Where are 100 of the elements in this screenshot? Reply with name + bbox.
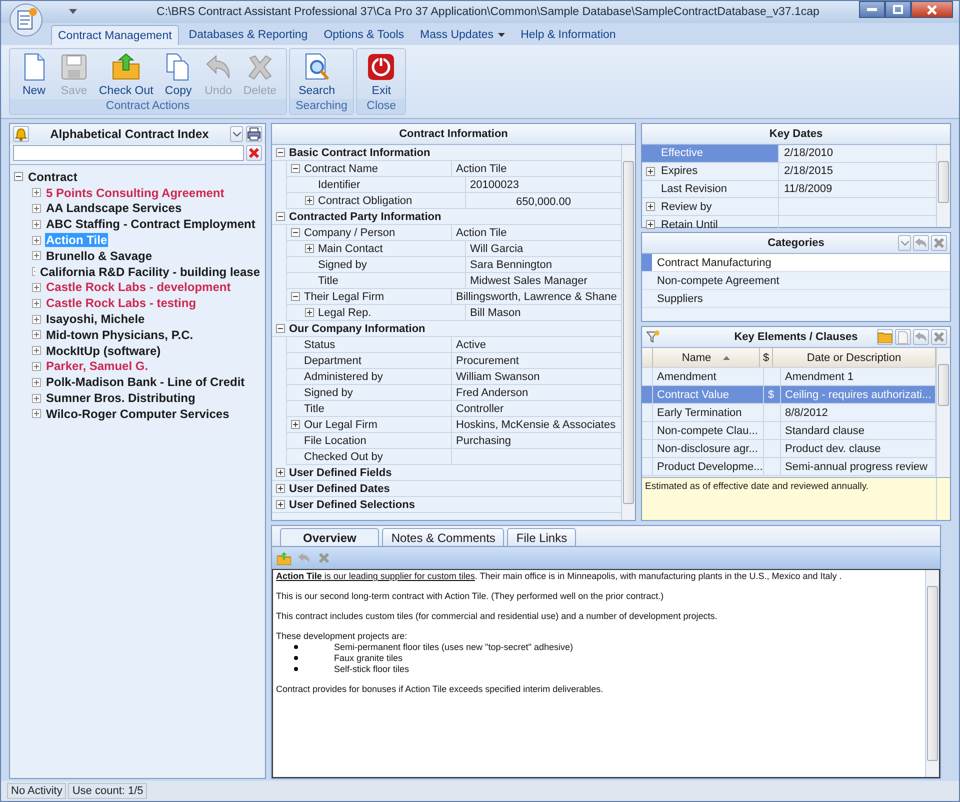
tab[interactable]: Notes & Comments <box>382 528 504 546</box>
field-value[interactable]: Action Tile <box>456 226 507 238</box>
ribbon-tab[interactable]: Databases & Reporting <box>182 25 314 45</box>
caret-icon <box>232 132 240 136</box>
maximize-button[interactable] <box>885 1 911 18</box>
tree-item[interactable]: AA Landscape Services <box>45 201 183 216</box>
table-row[interactable]: Product Developme... Semi-annual progress review <box>642 458 936 476</box>
scrollbar[interactable] <box>936 348 950 477</box>
date-label[interactable]: Expires <box>642 162 779 180</box>
field-value[interactable]: Controller <box>456 402 504 414</box>
tab[interactable]: Overview <box>280 528 380 546</box>
category-item[interactable]: Suppliers <box>642 290 950 308</box>
tree-item[interactable]: Castle Rock Labs - development <box>45 280 232 294</box>
field-label: Company / Person <box>304 226 396 238</box>
group-label: Close <box>357 99 406 114</box>
minimize-icon <box>867 8 877 12</box>
tree-item[interactable]: Castle Rock Labs - testing <box>45 296 198 310</box>
field-value[interactable]: Bill Mason <box>470 306 521 318</box>
alert-button[interactable] <box>13 126 29 142</box>
field-value[interactable]: Action Tile <box>456 162 507 174</box>
tree-item[interactable]: 5 Points Consulting Agreement <box>45 186 226 200</box>
tree-item[interactable]: Isayoshi, Michele <box>45 312 146 326</box>
column-header[interactable]: $ <box>760 348 773 367</box>
minimize-button[interactable] <box>859 1 885 18</box>
field-value[interactable]: Will Garcia <box>470 242 524 254</box>
tab[interactable]: File Links <box>507 528 576 546</box>
toolbar-button[interactable]: Check Out <box>94 49 158 99</box>
collapse-icon[interactable] <box>276 148 285 157</box>
delete-icon <box>933 237 945 249</box>
field-value[interactable]: 650,000.00 <box>516 196 572 208</box>
maximize-icon <box>893 5 903 14</box>
delete-button[interactable] <box>931 235 947 251</box>
tree-item[interactable]: Brunello & Savage <box>45 248 154 263</box>
field-value[interactable]: Fred Anderson <box>456 386 528 398</box>
category-item[interactable]: Non-compete Agreement <box>642 272 950 290</box>
scrollbar[interactable] <box>936 145 950 227</box>
scrollbar[interactable] <box>925 570 939 777</box>
tree-item[interactable]: ABC Staffing - Contract Employment <box>45 217 256 232</box>
field-value[interactable]: Purchasing <box>456 434 512 446</box>
date-value[interactable]: 11/8/2009 <box>784 182 832 195</box>
field-value[interactable]: Active <box>456 338 486 350</box>
toolbar-button[interactable]: Search <box>294 49 340 99</box>
bullet-icon <box>294 666 298 670</box>
tree-item[interactable]: California R&D Facility - building lease <box>38 264 261 279</box>
app-logo-icon[interactable] <box>9 3 43 37</box>
column-header[interactable]: Name <box>653 348 760 367</box>
toolbar-button[interactable]: Copy <box>158 49 198 99</box>
field-value[interactable]: Billingsworth, Lawrence & Shane <box>456 290 617 302</box>
search-field[interactable] <box>13 145 244 161</box>
window-title: C:\BRS Contract Assistant Professional 37\Ca Pro 37 Application\Common\Sample Database\SampleContractDatabase_v37.1cap <box>156 6 820 18</box>
ribbon-tab[interactable]: Mass Updates <box>414 25 511 45</box>
toolbar-button[interactable]: Exit <box>361 49 402 99</box>
collapse-icon[interactable] <box>276 324 285 333</box>
collapse-icon[interactable] <box>291 292 300 301</box>
dropdown-button[interactable] <box>898 235 911 251</box>
ribbon-tab[interactable]: Help & Information <box>514 25 622 45</box>
field-value[interactable]: William Swanson <box>456 370 540 382</box>
field-label: Their Legal Firm <box>304 290 384 302</box>
field-value[interactable]: Hoskins, McKensie & Associates <box>456 418 616 430</box>
toolbar-button[interactable]: New <box>14 49 54 99</box>
field-value[interactable]: Procurement <box>456 354 519 366</box>
date-value[interactable]: 2/18/2015 <box>784 165 833 178</box>
print-button[interactable] <box>246 126 262 142</box>
table-row[interactable]: Early Termination 8/8/2012 <box>642 404 936 422</box>
tree-item[interactable]: Sumner Bros. Distributing <box>45 391 196 406</box>
collapse-icon[interactable] <box>276 212 285 221</box>
field-value[interactable]: 20100023 <box>470 178 519 190</box>
date-value[interactable]: 2/18/2010 <box>784 147 833 160</box>
close-button[interactable] <box>911 1 953 18</box>
panel-title: Key Elements / Clauses <box>734 331 858 343</box>
tree-item[interactable]: Mid-town Physicians, P.C. <box>45 328 194 342</box>
ribbon-tab[interactable]: Options & Tools <box>318 25 410 45</box>
link[interactable]: Action Tile is our leading supplier for custom tiles <box>276 571 475 581</box>
table-row[interactable]: Non-disclosure agr... Product dev. clause <box>642 440 936 458</box>
tree-item[interactable]: Polk-Madison Bank - Line of Credit <box>45 375 246 390</box>
tree-item[interactable]: MockItUp (software) <box>45 344 162 358</box>
open-button[interactable] <box>276 550 292 566</box>
field-value[interactable]: Midwest Sales Manager <box>470 274 588 286</box>
ribbon-tab[interactable]: Contract Management <box>51 25 179 45</box>
clear-button[interactable] <box>246 145 262 161</box>
delete-button[interactable] <box>931 329 947 345</box>
folder-arrow-icon <box>111 52 142 82</box>
table-cell: Non-disclosure agr... <box>657 442 758 454</box>
collapse-icon[interactable] <box>291 164 300 173</box>
date-label[interactable]: Review by <box>642 198 779 216</box>
tree-item[interactable]: Contract <box>27 170 78 184</box>
dropdown-icon[interactable] <box>69 9 77 15</box>
dropdown-button[interactable] <box>230 126 243 142</box>
field-value[interactable]: Sara Bennington <box>470 258 552 270</box>
open-button[interactable] <box>877 329 893 345</box>
category-item[interactable]: Contract Manufacturing <box>642 254 950 272</box>
date-label[interactable]: Last Revision <box>642 180 779 198</box>
tree-item[interactable]: Parker, Samuel G. <box>45 359 150 374</box>
collapse-icon[interactable] <box>14 172 23 182</box>
collapse-icon[interactable] <box>291 228 300 237</box>
tree-item[interactable]: Wilco-Roger Computer Services <box>45 406 230 421</box>
table-row[interactable]: Non-compete Clau... Standard clause <box>642 422 936 440</box>
table-cell: Amendment 1 <box>785 370 854 382</box>
filter-button[interactable] <box>645 329 661 345</box>
scrollbar[interactable] <box>621 145 635 520</box>
